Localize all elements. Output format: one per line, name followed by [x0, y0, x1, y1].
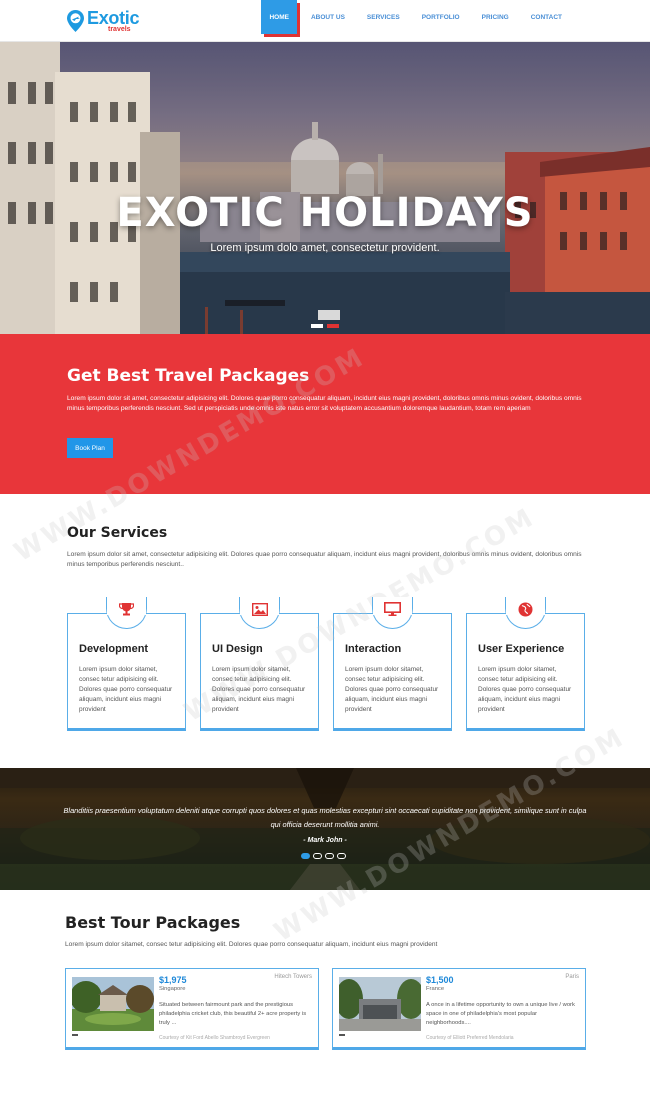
- hero-slide-dot-2[interactable]: [327, 324, 339, 328]
- tour-photo: [339, 977, 421, 1031]
- map-pin-icon: [67, 10, 84, 32]
- service-card-ui-design[interactable]: UI Design Lorem ipsum dolor sitamet, con…: [200, 597, 319, 731]
- service-card-development[interactable]: Development Lorem ipsum dolor sitamet, c…: [67, 597, 186, 731]
- brand-subtitle: travels: [108, 26, 131, 33]
- tour-price: $1,975: [159, 975, 187, 985]
- tour-price: $1,500: [426, 975, 454, 985]
- banner-text: Lorem ipsum dolor sit amet, consectetur …: [67, 395, 582, 412]
- tour-card-singapore[interactable]: $1,975 Hitech Towers Singapore Situated …: [65, 968, 319, 1050]
- menu-item-contact[interactable]: CONTACT: [523, 0, 570, 34]
- menu-item-about-us[interactable]: ABOUT US: [303, 0, 353, 34]
- tour-description: A once in a lifetime opportunity to own …: [426, 1002, 575, 1026]
- testimonial-author: - Mark John -: [303, 837, 347, 844]
- tour-city: Singapore: [159, 986, 186, 992]
- testimonial-dot-3[interactable]: [325, 853, 334, 859]
- services-intro: Lorem ipsum dolor sit amet, consectetur …: [67, 551, 582, 568]
- tours-intro: Lorem ipsum dolor sitamet, consec tetur …: [65, 941, 438, 948]
- testimonial-slide-indicators: [301, 853, 346, 859]
- tour-divider: [72, 1034, 78, 1036]
- testimonial-dot-4[interactable]: [337, 853, 346, 859]
- menu-item-portfolio[interactable]: PORTFOLIO: [414, 0, 468, 34]
- service-card-text: Lorem ipsum dolor sitamet, consec tetur …: [79, 666, 173, 713]
- service-card-interaction[interactable]: Interaction Lorem ipsum dolor sitamet, c…: [333, 597, 452, 731]
- banner-title: Get Best Travel Packages: [67, 366, 310, 386]
- menu-item-pricing[interactable]: PRICING: [474, 0, 517, 34]
- picture-icon: [251, 601, 268, 617]
- travel-packages-banner: Get Best Travel Packages Lorem ipsum dol…: [0, 334, 650, 494]
- services-cards: Development Lorem ipsum dolor sitamet, c…: [67, 597, 585, 731]
- monitor-icon: [384, 601, 401, 617]
- hero-slide-indicators: [311, 324, 339, 328]
- hero-slide-dot-1[interactable]: [311, 324, 323, 328]
- testimonial-dot-1[interactable]: [301, 853, 310, 859]
- testimonial-slider: Blanditiis praesentium voluptatum deleni…: [0, 768, 650, 890]
- testimonial-quote: Blanditiis praesentium voluptatum deleni…: [63, 806, 587, 829]
- tour-credit: Courtesy of Elliott Preferred Mendolaria: [426, 1035, 514, 1041]
- tour-divider: [339, 1034, 345, 1036]
- tour-credit: Courtesy of Kit Ford Abello Shambroyd Ev…: [159, 1035, 270, 1041]
- hero-background-image: [0, 42, 650, 334]
- service-card-title: Interaction: [345, 643, 402, 655]
- hero-slider: EXOTIC HOLIDAYS Lorem ipsum dolo amet, c…: [0, 42, 650, 334]
- service-card-text: Lorem ipsum dolor sitamet, consec tetur …: [478, 666, 572, 713]
- book-plan-button[interactable]: Book Plan: [67, 438, 113, 458]
- menu-item-home[interactable]: HOME: [261, 0, 297, 34]
- brand-logo[interactable]: Exotic travels: [67, 8, 140, 36]
- tour-location: Paris: [565, 974, 579, 980]
- menu-item-services[interactable]: SERVICES: [359, 0, 408, 34]
- testimonial-dot-2[interactable]: [313, 853, 322, 859]
- service-card-title: UI Design: [212, 643, 263, 655]
- tour-photo: [72, 977, 154, 1031]
- hero-title: EXOTIC HOLIDAYS: [116, 190, 534, 236]
- tour-card-paris[interactable]: $1,500 Paris France A once in a lifetime…: [332, 968, 586, 1050]
- main-menu: HOME ABOUT US SERVICES PORTFOLIO PRICING…: [255, 0, 570, 34]
- tour-city: France: [426, 986, 445, 992]
- service-card-text: Lorem ipsum dolor sitamet, consec tetur …: [212, 666, 306, 713]
- globe-icon: [517, 601, 534, 617]
- tour-location: Hitech Towers: [274, 974, 312, 980]
- hero-subtitle: Lorem ipsum dolo amet, consectetur provi…: [210, 242, 440, 254]
- service-card-user-experience[interactable]: User Experience Lorem ipsum dolor sitame…: [466, 597, 585, 731]
- tour-description: Situated between fairmount park and the …: [159, 1002, 307, 1026]
- services-heading: Our Services: [67, 525, 168, 541]
- tours-heading: Best Tour Packages: [65, 913, 241, 932]
- trophy-icon: [118, 601, 135, 617]
- top-navbar: Exotic travels HOME ABOUT US SERVICES PO…: [0, 0, 650, 42]
- service-card-text: Lorem ipsum dolor sitamet, consec tetur …: [345, 666, 439, 713]
- service-card-title: Development: [79, 643, 149, 655]
- service-card-title: User Experience: [478, 643, 565, 655]
